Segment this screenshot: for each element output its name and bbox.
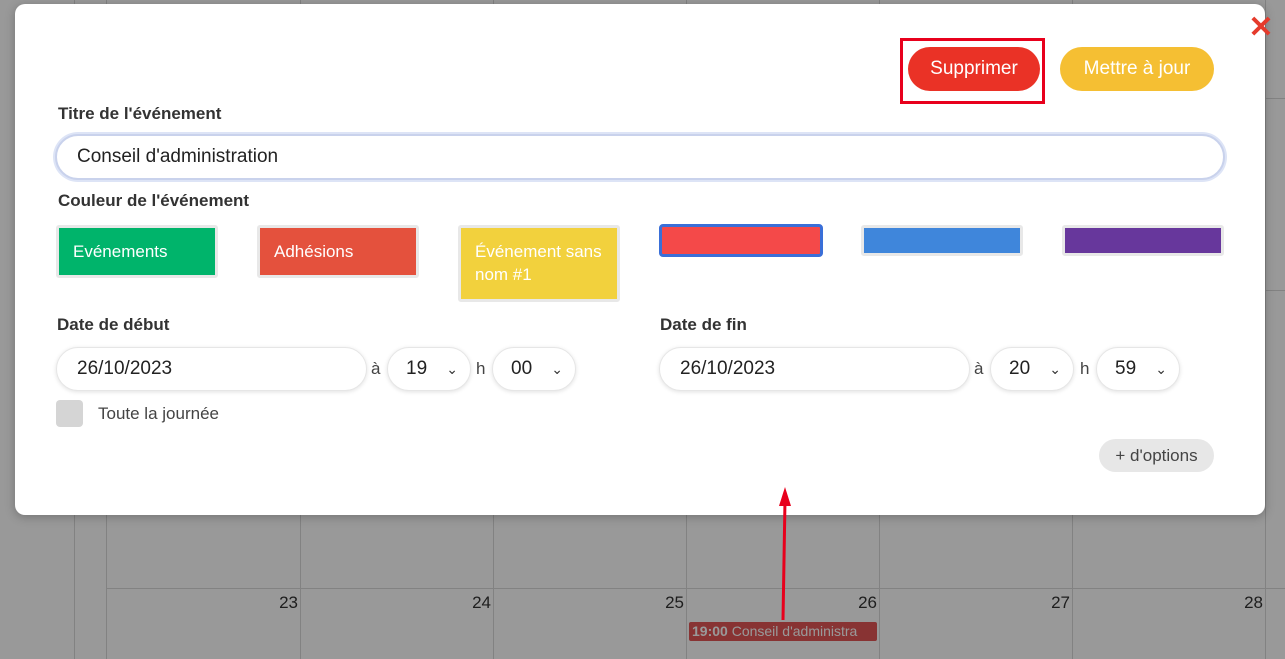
start-at-text: à: [371, 359, 381, 378]
chevron-down-icon: ⌄: [1155, 361, 1167, 377]
end-hour-select[interactable]: 20 ⌄: [990, 347, 1074, 391]
end-minute-value: 59: [1115, 358, 1137, 379]
color-label: Couleur de l'événement: [58, 191, 250, 210]
annotation-highlight-box: [900, 38, 1045, 104]
all-day-checkbox[interactable]: [56, 400, 83, 427]
more-options-button[interactable]: + d'options: [1099, 439, 1214, 472]
event-title-input[interactable]: [55, 134, 1225, 180]
chevron-down-icon: ⌄: [446, 361, 458, 377]
title-label: Titre de l'événement: [58, 104, 222, 123]
end-at-text: à: [974, 359, 984, 378]
update-button[interactable]: Mettre à jour: [1060, 47, 1214, 91]
end-date-label: Date de fin: [660, 315, 747, 334]
start-date-label: Date de début: [57, 315, 170, 334]
start-minute-value: 00: [511, 358, 533, 379]
color-swatch-adhesions[interactable]: Adhésions: [257, 225, 419, 278]
start-minute-select[interactable]: 00 ⌄: [492, 347, 576, 391]
end-h-text: h: [1080, 359, 1090, 378]
chevron-down-icon: ⌄: [551, 361, 563, 377]
end-date-input[interactable]: 26/10/2023: [659, 347, 970, 391]
edit-event-modal: ✕ Supprimer Mettre à jour Titre de l'évé…: [15, 4, 1274, 515]
color-swatch-blue[interactable]: [861, 225, 1023, 256]
start-hour-select[interactable]: 19 ⌄: [387, 347, 471, 391]
start-h-text: h: [476, 359, 486, 378]
chevron-down-icon: ⌄: [1049, 361, 1061, 377]
end-hour-value: 20: [1009, 358, 1031, 379]
start-hour-value: 19: [406, 358, 428, 379]
color-swatch-unnamed[interactable]: Événement sans nom #1: [458, 225, 620, 302]
all-day-label: Toute la journée: [98, 404, 219, 423]
end-minute-select[interactable]: 59 ⌄: [1096, 347, 1180, 391]
close-icon[interactable]: ✕: [1247, 13, 1275, 43]
color-swatch-evenements[interactable]: Evénements: [56, 225, 218, 278]
start-date-input[interactable]: 26/10/2023: [56, 347, 367, 391]
color-swatch-purple[interactable]: [1062, 225, 1224, 256]
color-swatch-red-selected[interactable]: [659, 224, 823, 257]
